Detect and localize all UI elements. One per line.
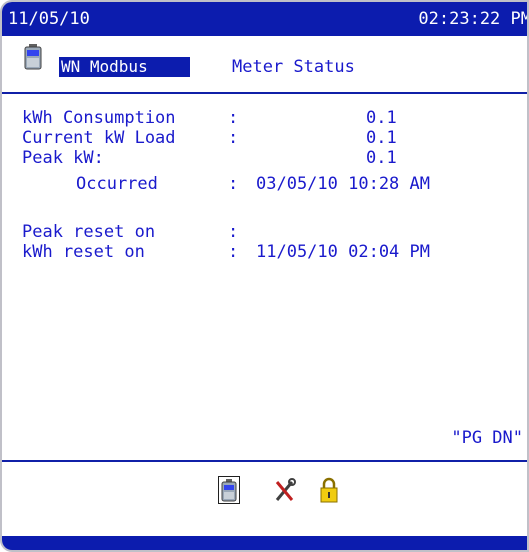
- battery-meter-icon[interactable]: [218, 476, 240, 504]
- date-display: 11/05/10: [8, 9, 90, 29]
- page-title: Meter Status: [232, 57, 355, 77]
- bottom-bar: [2, 536, 527, 550]
- occurred-label: Occurred: [76, 174, 158, 194]
- current-kw-load-value: 0.1: [366, 128, 397, 148]
- time-display: 02:23:22 PM: [418, 9, 529, 29]
- status-bar: 11/05/10 02:23:22 PM: [2, 2, 527, 36]
- kwh-reset-label: kWh reset on: [22, 242, 145, 262]
- battery-meter-icon: [24, 44, 42, 70]
- kwh-reset-sep: :: [228, 242, 239, 262]
- current-kw-load-label: Current kW Load: [22, 128, 176, 148]
- page-down-hint[interactable]: "PG DN": [451, 428, 523, 448]
- meter-readings: kWh Consumption : 0.1 Current kW Load : …: [2, 94, 527, 460]
- current-kw-load-sep: :: [228, 128, 239, 148]
- device-name-selected[interactable]: WN Modbus: [59, 57, 190, 77]
- peak-kw-value: 0.1: [366, 148, 397, 168]
- kwh-consumption-value: 0.1: [366, 108, 397, 128]
- kwh-reset-value: 11/05/10 02:04 PM: [256, 242, 430, 262]
- meter-status-screen: 11/05/10 02:23:22 PM WN Modbus Meter Sta…: [0, 0, 529, 552]
- kwh-consumption-label: kWh Consumption: [22, 108, 176, 128]
- occurred-value: 03/05/10 10:28 AM: [256, 174, 430, 194]
- icon-toolbar: [2, 462, 527, 540]
- peak-kw-label: Peak kW:: [22, 148, 104, 168]
- peak-reset-label: Peak reset on: [22, 222, 156, 242]
- kwh-consumption-sep: :: [228, 108, 239, 128]
- tools-icon[interactable]: [274, 476, 296, 504]
- occurred-sep: :: [228, 174, 239, 194]
- title-bar: WN Modbus Meter Status: [2, 36, 527, 94]
- lock-icon[interactable]: [318, 476, 340, 504]
- peak-reset-sep: :: [228, 222, 239, 242]
